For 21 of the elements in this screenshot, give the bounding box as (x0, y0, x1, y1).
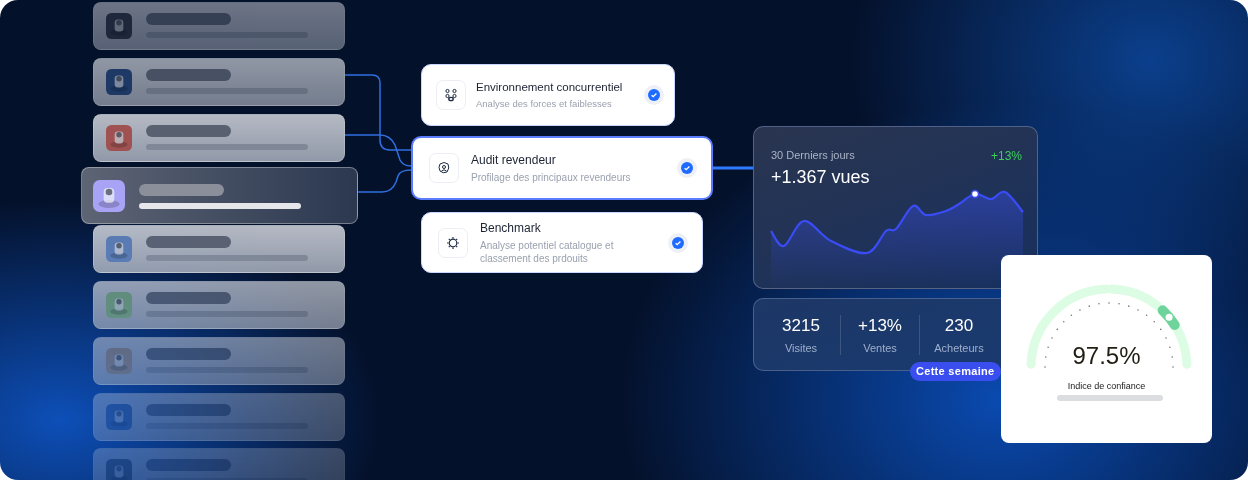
task-title: Audit revendeur (471, 152, 557, 167)
task-card[interactable]: Audit revendeur Profilage des principaux revendeurs (411, 136, 713, 200)
views-value: +1.367 vues (771, 167, 870, 188)
task-description: Analyse potentiel catalogue et classement des prdouits (480, 238, 615, 265)
change-value: +13% (990, 149, 1022, 165)
stat-value: 230 (943, 315, 975, 336)
task-title: Environnement concurrentiel (476, 80, 624, 93)
gauge-label: Indice de confiance (1066, 381, 1147, 391)
gauge-value: 97.5% (1071, 342, 1142, 370)
task-title: Benchmark (480, 220, 542, 235)
task-card[interactable]: Benchmark Analyse potentiel catalogue et classement des prdouits (421, 212, 703, 273)
week-badge: Cette semaine (910, 362, 1001, 381)
period-label: 30 Derniers jours (771, 149, 856, 161)
stat-label: Ventes (862, 341, 898, 354)
stat-value: +13% (857, 315, 903, 336)
task-description: Profilage des principaux revendeurs (471, 170, 632, 184)
task-description: Analyse des forces et faiblesses (476, 96, 613, 110)
task-card[interactable]: Environnement concurrentiel Analyse des forces et faiblesses (421, 64, 675, 126)
stat-value: 3215 (781, 315, 821, 336)
stat-label: Acheteurs (933, 341, 985, 354)
stat-label: Visites (783, 341, 819, 354)
